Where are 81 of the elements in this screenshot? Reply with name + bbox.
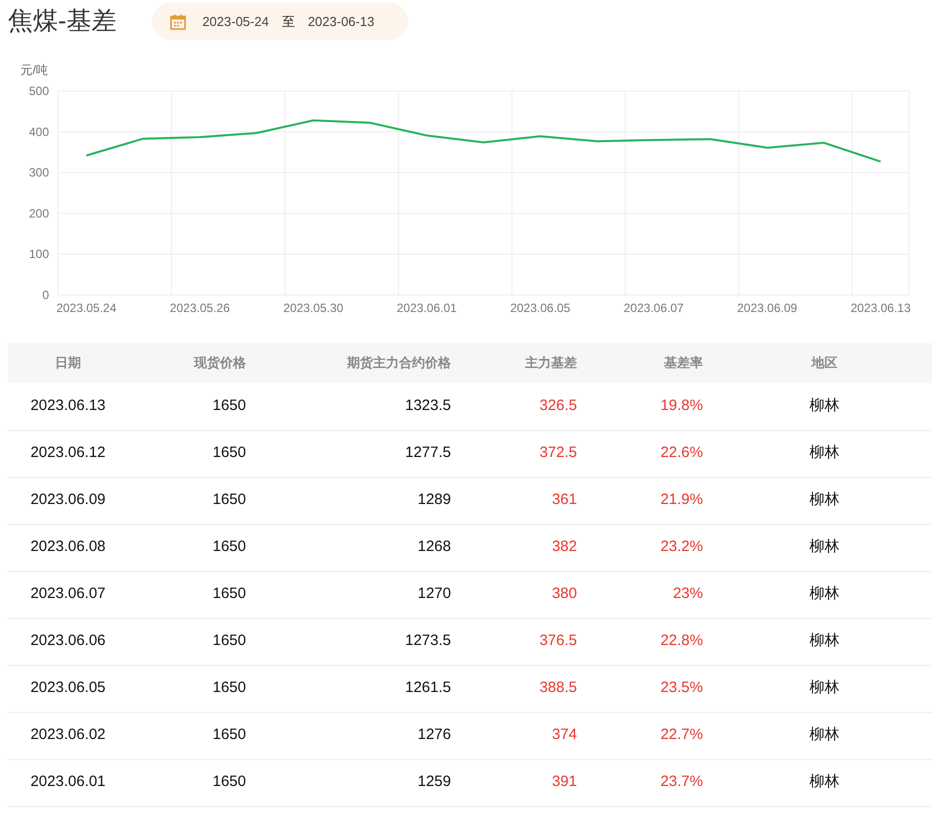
y-axis-label: 100 [28,247,49,262]
table-cell: 21.9% [591,477,717,524]
x-axis-label: 2023.06.09 [737,301,798,315]
table-cell: 柳林 [717,759,932,806]
column-header: 期货主力合约价格 [260,343,465,383]
table-cell: 1273.5 [260,618,465,665]
table-cell: 376.5 [465,618,591,665]
table-cell: 388.5 [465,665,591,712]
x-axis-label: 2023.06.13 [850,301,911,315]
table-cell: 柳林 [717,477,932,524]
y-axis-label: 300 [28,166,49,180]
table-cell: 1268 [260,524,465,571]
column-header: 地区 [717,343,932,383]
column-header: 日期 [8,343,128,383]
table-cell: 柳林 [717,618,932,665]
table-cell: 1270 [260,571,465,618]
table-cell: 2023.06.09 [8,477,128,524]
table-cell: 380 [465,571,591,618]
table-cell: 1650 [128,759,260,806]
y-axis-label: 500 [28,84,49,98]
y-axis-label: 200 [28,206,49,220]
end-date: 2023-06-13 [308,12,374,31]
table-cell: 382 [465,524,591,571]
table-cell: 柳林 [717,430,932,477]
table-cell: 2023.06.02 [8,712,128,759]
table-cell: 1261.5 [260,665,465,712]
x-axis-label: 2023.05.24 [56,301,116,315]
table-cell: 2023.06.08 [8,524,128,571]
x-axis-label: 2023.05.26 [170,301,230,315]
table-cell: 柳林 [717,712,932,759]
x-axis-label: 2023.06.01 [396,301,457,315]
table-cell: 1650 [128,383,260,430]
page-title: 焦煤-基差 [8,9,116,34]
table-cell: 1650 [128,524,260,571]
column-header: 基差率 [591,343,717,383]
table-cell: 柳林 [717,665,932,712]
range-separator: 至 [282,12,295,31]
table-cell: 326.5 [465,383,591,430]
date-range-picker[interactable]: 2023-05-24 至 2023-06-13 [152,3,408,40]
table-cell: 1650 [128,430,260,477]
table-cell: 22.8% [591,618,717,665]
table-cell: 374 [465,712,591,759]
table-cell: 柳林 [717,383,932,430]
table-cell: 1650 [128,712,260,759]
table-cell: 372.5 [465,430,591,477]
table-cell: 23.5% [591,665,717,712]
table-cell: 22.7% [591,712,717,759]
table-cell: 1650 [128,571,260,618]
x-axis-label: 2023.06.05 [510,301,570,315]
table-cell: 1276 [260,712,465,759]
table-cell: 1323.5 [260,383,465,430]
table-cell: 2023.06.13 [8,383,128,430]
table-cell: 23.7% [591,759,717,806]
calendar-icon [170,14,186,30]
table-cell: 361 [465,477,591,524]
table-cell: 1259 [260,759,465,806]
table-cell: 1650 [128,665,260,712]
table-cell: 2023.06.12 [8,430,128,477]
x-axis-label: 2023.06.07 [624,301,684,315]
table-cell: 2023.06.06 [8,618,128,665]
y-axis-label: 0 [42,288,49,302]
table-cell: 2023.06.01 [8,759,128,806]
table-cell: 2023.06.05 [8,665,128,712]
table-cell: 柳林 [717,524,932,571]
table-cell: 柳林 [717,571,932,618]
axis-unit-label: 元/吨 [20,63,48,77]
table-cell: 1650 [128,618,260,665]
table-cell: 23.2% [591,524,717,571]
table-cell: 19.8% [591,383,717,430]
table-cell: 22.6% [591,430,717,477]
table-cell: 391 [465,759,591,806]
table-cell: 1277.5 [260,430,465,477]
column-header: 主力基差 [465,343,591,383]
x-axis-label: 2023.05.30 [283,301,344,315]
table-cell: 2023.06.07 [8,571,128,618]
column-header: 现货价格 [128,343,260,383]
table-cell: 1289 [260,477,465,524]
table-cell: 23% [591,571,717,618]
table-cell: 1650 [128,477,260,524]
y-axis-label: 400 [28,124,49,139]
start-date: 2023-05-24 [202,12,269,31]
